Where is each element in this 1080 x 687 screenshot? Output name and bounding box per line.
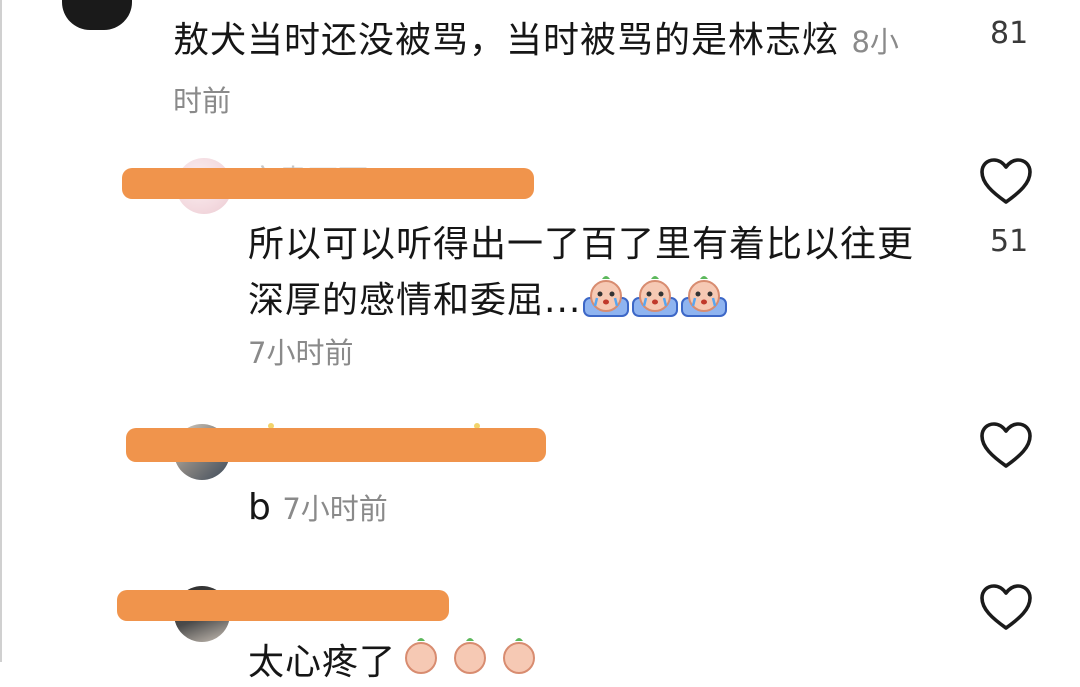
crying-emoji-icon [454, 638, 487, 674]
reply-body: 太心疼了 [248, 642, 397, 683]
redaction-bar [117, 590, 449, 621]
avatar[interactable] [62, 0, 132, 30]
crying-emoji-icon [405, 638, 438, 674]
like-count: 81 [990, 16, 1029, 51]
heart-outline-icon[interactable] [978, 156, 1034, 206]
reply-time: 7小时前 [282, 492, 388, 526]
reply-body: b [248, 487, 271, 528]
left-edge-border [0, 0, 2, 662]
redaction-bar [122, 168, 534, 199]
comment-body: 敖犬当时还没被骂，当时被骂的是林志炫 [173, 20, 840, 61]
heart-outline-icon[interactable] [978, 420, 1034, 470]
reply-text: b 7小时前 [248, 484, 388, 533]
reply-body: 所以可以听得出一了百了里有着比以往更深厚的感情和委屈... [248, 224, 915, 321]
redaction-bar [126, 428, 546, 462]
heart-outline-icon[interactable] [978, 582, 1034, 632]
crying-emoji-icon [681, 276, 728, 317]
reply-time: 7小时前 [248, 336, 354, 370]
like-count: 51 [990, 224, 1029, 259]
crying-emoji-icon [632, 276, 679, 317]
reply-text: 太心疼了 [248, 634, 543, 687]
crying-emoji-icon [503, 638, 536, 674]
crying-emoji-icon [583, 276, 630, 317]
reply-text: 所以可以听得出一了百了里有着比以往更深厚的感情和委屈... [248, 218, 938, 328]
comment-text: 敖犬当时还没被骂，当时被骂的是林志炫 8小时前 [173, 12, 903, 130]
